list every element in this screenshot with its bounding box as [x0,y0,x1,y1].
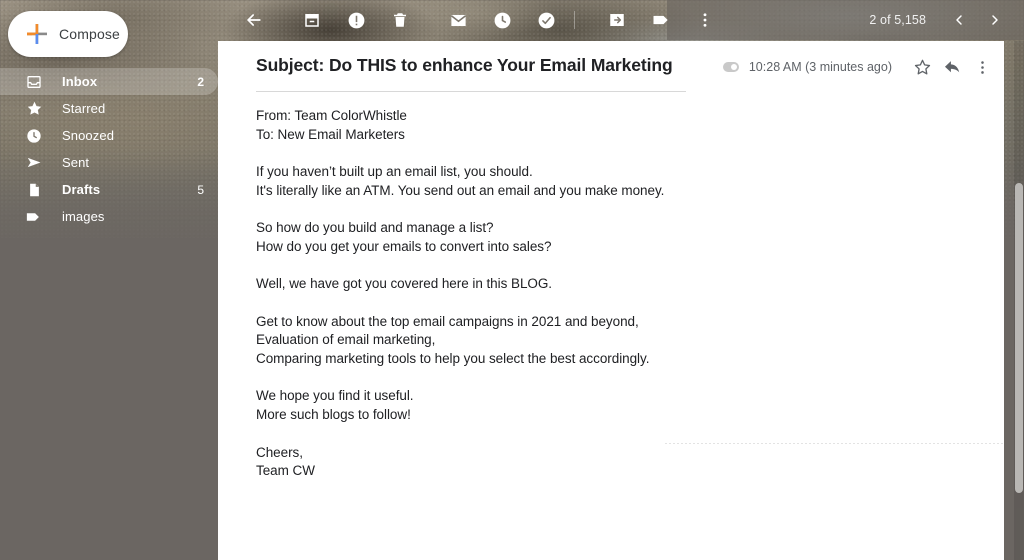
snooze-icon[interactable] [485,3,519,37]
email-header-actions: 10:28 AM (3 minutes ago) [722,53,996,81]
inbox-icon [22,70,46,94]
sidebar-item-label: Snoozed [62,128,115,143]
delete-icon[interactable] [383,3,417,37]
email-line: So how do you build and manage a list? [256,220,494,236]
reply-icon[interactable] [938,53,966,81]
sidebar-item-drafts[interactable]: Drafts 5 [0,176,218,203]
report-spam-icon[interactable] [339,3,373,37]
compose-label: Compose [59,26,120,42]
email-paragraph: From: Team ColorWhistle To: New Email Ma… [256,107,956,145]
sidebar-item-label: Inbox [62,74,98,89]
pager-next-icon[interactable] [980,5,1010,35]
toolbar-separator [574,11,575,29]
email-line: Cheers, [256,444,303,460]
email-paragraph: Well, we have got you covered here in th… [256,275,956,294]
email-paragraph: Get to know about the top email campaign… [256,313,956,369]
email-body: From: Team ColorWhistle To: New Email Ma… [256,107,956,481]
star-icon [22,97,46,121]
draft-icon [22,178,46,202]
sidebar: Compose Inbox 2 Starred Snoozed Sent Dra… [0,0,218,560]
email-line: More such blogs to follow! [256,407,411,423]
star-outline-icon[interactable] [908,53,936,81]
email-line: We hope you find it useful. [256,388,414,404]
sidebar-item-starred[interactable]: Starred [0,95,218,122]
email-line: Well, we have got you covered here in th… [256,276,553,292]
compose-button[interactable]: Compose [8,11,128,57]
email-reading-pane: Subject: Do THIS to enhance Your Email M… [218,41,1004,560]
pager-prev-icon[interactable] [944,5,974,35]
email-line: To: New Email Marketers [256,126,405,142]
archive-icon[interactable] [295,3,329,37]
sidebar-item-snoozed[interactable]: Snoozed [0,122,218,149]
body-divider [665,443,1003,444]
message-pager: 2 of 5,158 [869,0,1010,40]
sidebar-item-label: images [62,209,105,224]
email-paragraph: Cheers, Team CW [256,444,956,482]
email-header: Subject: Do THIS to enhance Your Email M… [218,41,1004,97]
sidebar-item-label: Starred [62,101,106,116]
back-icon[interactable] [237,3,271,37]
email-line: Team CW [256,463,315,479]
labels-icon[interactable] [644,3,678,37]
add-to-tasks-icon[interactable] [529,3,563,37]
more-options-icon[interactable] [688,3,722,37]
sidebar-item-label: Drafts [62,182,101,197]
email-line: How do you get your emails to convert in… [256,238,552,254]
email-timestamp: 10:28 AM (3 minutes ago) [748,60,892,74]
sidebar-item-sent[interactable]: Sent [0,149,218,176]
email-paragraph: We hope you find it useful. More such bl… [256,387,956,425]
sidebar-item-count: 2 [197,74,204,89]
clock-icon [22,124,46,148]
page-title: Subject: Do THIS to enhance Your Email M… [256,55,673,75]
email-line: Evaluation of email marketing, [256,332,436,348]
email-paragraph: If you haven’t built up an email list, y… [256,163,956,201]
pager-count: 2 of 5,158 [869,13,926,27]
sidebar-item-images[interactable]: images [0,203,218,230]
more-options-icon[interactable] [968,53,996,81]
email-paragraph: So how do you build and manage a list? H… [256,219,956,257]
email-line: Get to know about the top email campaign… [256,313,639,329]
sidebar-item-count: 5 [197,182,204,197]
sidebar-item-inbox[interactable]: Inbox 2 [0,68,218,95]
label-tag-icon [22,205,46,229]
email-line: Comparing marketing tools to help you se… [256,351,650,367]
move-to-icon[interactable] [600,3,634,37]
attachment-chip-icon [722,62,739,72]
scrollbar-thumb[interactable] [1015,183,1023,493]
email-line: From: Team ColorWhistle [256,108,407,123]
mark-unread-icon[interactable] [441,3,475,37]
compose-pencil-icon [26,23,48,45]
sidebar-nav: Inbox 2 Starred Snoozed Sent Drafts 5 im… [0,68,218,230]
send-icon [22,151,46,175]
email-line: If you haven’t built up an email list, y… [256,164,533,180]
sidebar-item-label: Sent [62,155,90,170]
email-line: It's literally like an ATM. You send out… [256,182,665,198]
scrollbar-track[interactable] [1014,41,1024,560]
subject-divider [256,91,686,92]
